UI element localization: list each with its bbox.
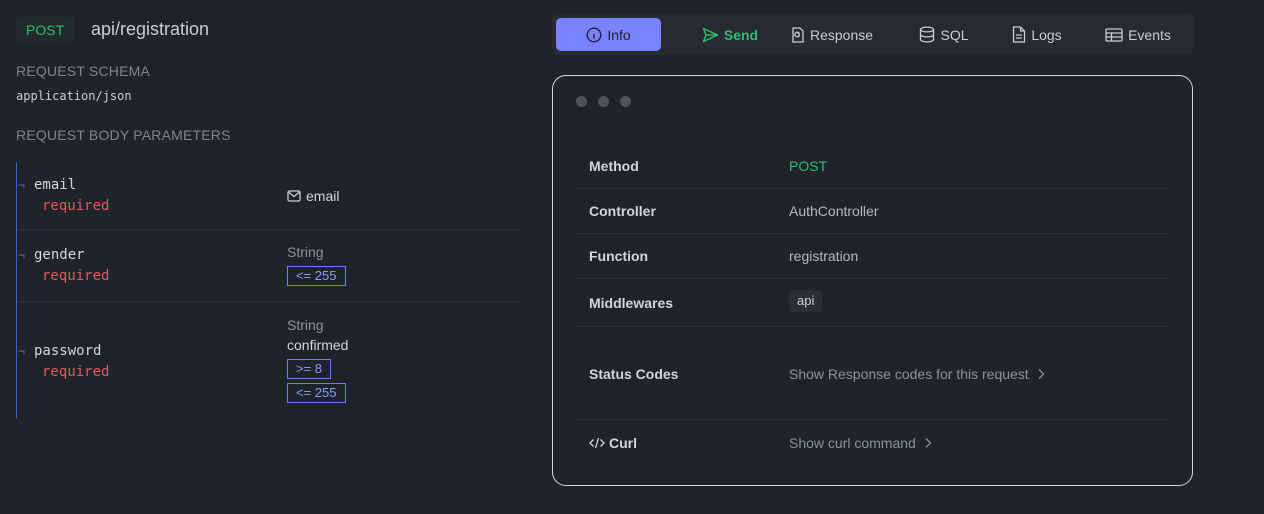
info-value-controller: AuthController bbox=[789, 203, 879, 219]
show-status-codes-link[interactable]: Show Response codes for this request bbox=[789, 366, 1045, 382]
info-row-controller: Controller AuthController bbox=[576, 189, 1169, 234]
info-icon bbox=[586, 26, 602, 43]
param-row-email: ¬ email required email bbox=[17, 162, 521, 230]
param-constraint: <= 255 bbox=[287, 383, 346, 403]
window-dot bbox=[598, 96, 609, 107]
param-constraint: <= 255 bbox=[287, 266, 346, 286]
tab-send[interactable]: Send bbox=[680, 18, 780, 51]
param-constraint: >= 8 bbox=[287, 359, 332, 379]
info-key: Curl bbox=[609, 435, 637, 451]
param-required: required bbox=[42, 364, 110, 380]
info-key: Status Codes bbox=[589, 366, 679, 382]
chevron-right-icon bbox=[1038, 369, 1045, 379]
show-curl-command-link[interactable]: Show curl command bbox=[789, 435, 932, 451]
send-icon bbox=[702, 27, 719, 42]
info-key: Method bbox=[589, 158, 639, 174]
window-dot bbox=[620, 96, 631, 107]
info-key-curl: Curl bbox=[589, 435, 637, 451]
param-type: String bbox=[287, 317, 324, 333]
table-icon bbox=[1105, 27, 1123, 42]
tree-branch-icon: ¬ bbox=[18, 178, 26, 192]
tab-sql[interactable]: SQL bbox=[914, 18, 974, 51]
chevron-right-icon bbox=[925, 438, 932, 448]
tab-label: Info bbox=[607, 26, 631, 43]
param-name: password bbox=[34, 343, 102, 359]
route-path: api/registration bbox=[91, 19, 210, 39]
tab-label: SQL bbox=[940, 26, 969, 43]
info-key: Middlewares bbox=[589, 295, 674, 311]
info-value-function: registration bbox=[789, 248, 859, 264]
tab-label: Response bbox=[809, 26, 874, 43]
document-icon bbox=[1013, 26, 1026, 43]
tree-branch-icon: ¬ bbox=[18, 344, 26, 358]
tab-label: Send bbox=[723, 26, 759, 43]
info-value-middlewares: api bbox=[789, 290, 823, 312]
info-key: Controller bbox=[589, 203, 656, 219]
curl-link-text: Show curl command bbox=[789, 435, 916, 451]
window-dot bbox=[576, 96, 587, 107]
info-row-status-codes: Status Codes Show Response codes for thi… bbox=[576, 327, 1169, 420]
mail-icon bbox=[287, 190, 301, 202]
param-name: email bbox=[34, 177, 77, 193]
param-required: required bbox=[42, 268, 110, 284]
param-type: String bbox=[287, 244, 324, 260]
param-name: gender bbox=[34, 247, 85, 263]
tab-logs[interactable]: Logs bbox=[1005, 18, 1069, 51]
tab-response[interactable]: Response bbox=[787, 18, 877, 51]
info-row-function: Function registration bbox=[576, 234, 1169, 279]
param-rule: confirmed bbox=[287, 337, 349, 353]
info-card: Method POST Controller AuthController Fu… bbox=[552, 75, 1193, 486]
body-parameters-list: ¬ email required email ¬ gender required… bbox=[16, 162, 521, 418]
info-key: Function bbox=[589, 248, 649, 264]
code-icon bbox=[589, 437, 605, 449]
tab-label: Logs bbox=[1031, 26, 1062, 43]
info-row-middlewares: Middlewares api bbox=[576, 279, 1169, 327]
http-method-badge: POST bbox=[16, 17, 75, 43]
request-schema-label: REQUEST SCHEMA bbox=[16, 63, 151, 79]
param-row-gender: ¬ gender required String <= 255 bbox=[17, 230, 521, 302]
response-file-icon bbox=[792, 26, 804, 43]
middleware-chip: api bbox=[789, 290, 823, 312]
request-schema-value: application/json bbox=[16, 89, 132, 103]
status-codes-link-text: Show Response codes for this request bbox=[789, 366, 1029, 382]
tab-events[interactable]: Events bbox=[1101, 18, 1175, 51]
database-icon bbox=[920, 26, 935, 43]
tab-info[interactable]: Info bbox=[556, 18, 661, 51]
detail-tabs: Info Send Response SQL Logs Events bbox=[552, 14, 1193, 55]
request-body-parameters-label: REQUEST BODY PARAMETERS bbox=[16, 127, 231, 143]
info-value-method: POST bbox=[789, 158, 828, 174]
info-row-curl: Curl Show curl command bbox=[576, 420, 1169, 465]
param-row-password: ¬ password required String confirmed >= … bbox=[17, 302, 521, 418]
tab-label: Events bbox=[1128, 26, 1171, 43]
param-format: email bbox=[287, 188, 339, 204]
info-row-method: Method POST bbox=[576, 144, 1169, 189]
tree-branch-icon: ¬ bbox=[18, 248, 26, 262]
param-format-value: email bbox=[306, 188, 340, 204]
param-required: required bbox=[42, 198, 110, 214]
